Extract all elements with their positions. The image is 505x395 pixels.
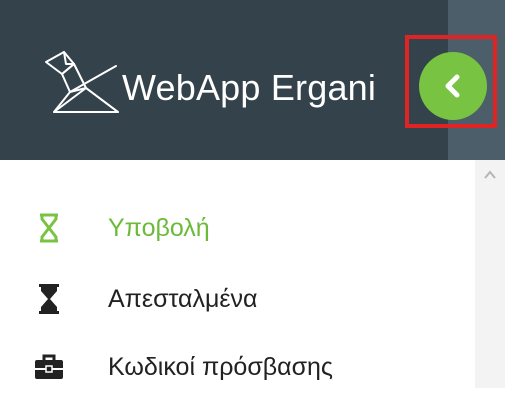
origami-bird-icon bbox=[45, 51, 119, 113]
sidebar-item-label: Κωδικοί πρόσβασης bbox=[108, 352, 333, 381]
sidebar-item-label: Υποβολή bbox=[108, 213, 210, 242]
chevron-left-icon bbox=[445, 74, 460, 98]
hourglass-outline-icon bbox=[34, 213, 64, 243]
sidebar-item-submit[interactable]: Υποβολή bbox=[0, 200, 470, 256]
hourglass-filled-icon bbox=[34, 284, 64, 314]
sidebar-item-sent[interactable]: Απεσταλμένα bbox=[0, 271, 470, 327]
sidebar-item-passwords[interactable]: Κωδικοί πρόσβασης bbox=[0, 339, 470, 395]
sidebar-item-label: Απεσταλμένα bbox=[108, 284, 258, 313]
sidebar-header: WebApp Ergani bbox=[0, 0, 505, 160]
app-title: WebApp Ergani bbox=[122, 67, 377, 108]
briefcase-icon bbox=[34, 352, 64, 382]
scrollbar[interactable] bbox=[475, 160, 505, 388]
collapse-sidebar-button[interactable] bbox=[419, 52, 487, 120]
scroll-up-arrow-icon[interactable] bbox=[483, 168, 497, 182]
